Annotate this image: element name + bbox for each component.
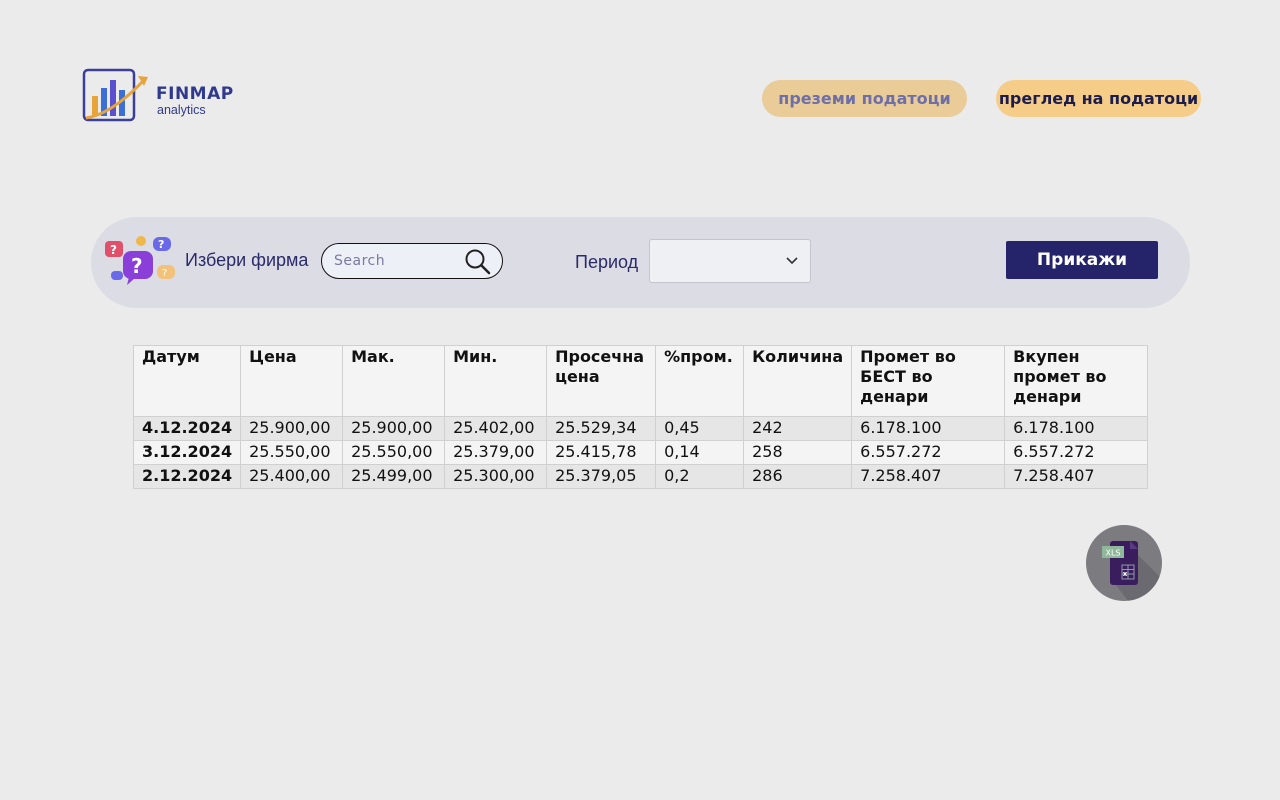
cell-quantity: 258 bbox=[743, 440, 853, 465]
cell-price: 25.550,00 bbox=[240, 440, 344, 465]
show-button[interactable]: Прикажи bbox=[1006, 241, 1158, 279]
export-xls-button[interactable]: XLS x bbox=[1086, 525, 1162, 601]
cell-avg-price: 25.415,78 bbox=[546, 440, 657, 465]
cell-change: 0,2 bbox=[655, 464, 745, 489]
cell-max: 25.900,00 bbox=[342, 416, 446, 441]
table-header-row: Датум Цена Мак. Мин. Просечна цена %пром… bbox=[132, 345, 1148, 417]
brand-tagline: analytics bbox=[157, 103, 206, 117]
column-header-quantity: Количина bbox=[743, 345, 853, 417]
svg-text:?: ? bbox=[110, 243, 117, 257]
cell-min: 25.402,00 bbox=[444, 416, 548, 441]
svg-text:?: ? bbox=[158, 238, 164, 251]
column-header-total-turnover: Вкупен промет во денари bbox=[1004, 345, 1148, 417]
brand-name: FINMAP bbox=[156, 84, 234, 104]
svg-text:?: ? bbox=[131, 254, 143, 278]
xls-badge-text: XLS bbox=[1105, 549, 1120, 558]
cell-min: 25.300,00 bbox=[444, 464, 548, 489]
cell-date: 4.12.2024 bbox=[132, 416, 242, 441]
cell-best-turnover: 6.557.272 bbox=[851, 440, 1006, 465]
cell-avg-price: 25.379,05 bbox=[546, 464, 657, 489]
column-header-date: Датум bbox=[132, 345, 242, 417]
excel-file-icon: XLS x bbox=[1102, 541, 1162, 601]
period-dropdown[interactable] bbox=[649, 239, 811, 283]
firm-search-box[interactable] bbox=[321, 243, 503, 279]
svg-text:x: x bbox=[1123, 570, 1128, 578]
cell-quantity: 286 bbox=[743, 464, 853, 489]
cell-total-turnover: 7.258.407 bbox=[1004, 464, 1148, 489]
table-row: 4.12.2024 25.900,00 25.900,00 25.402,00 … bbox=[132, 416, 1148, 441]
column-header-change: %пром. bbox=[655, 345, 745, 417]
cell-date: 2.12.2024 bbox=[132, 464, 242, 489]
cell-change: 0,14 bbox=[655, 440, 745, 465]
table-row: 2.12.2024 25.400,00 25.499,00 25.300,00 … bbox=[132, 464, 1148, 489]
cell-date: 3.12.2024 bbox=[132, 440, 242, 465]
firm-label: Избери фирма bbox=[185, 250, 309, 270]
chart-logo-icon bbox=[82, 68, 148, 122]
search-icon[interactable] bbox=[464, 248, 492, 276]
question-chat-icon: ? ? ? ? bbox=[105, 236, 175, 285]
svg-text:?: ? bbox=[162, 268, 167, 279]
cell-max: 25.550,00 bbox=[342, 440, 446, 465]
firm-search-input[interactable] bbox=[334, 250, 462, 272]
column-header-price: Цена bbox=[240, 345, 344, 417]
cell-price: 25.400,00 bbox=[240, 464, 344, 489]
table-row: 3.12.2024 25.550,00 25.550,00 25.379,00 … bbox=[132, 440, 1148, 465]
cell-best-turnover: 7.258.407 bbox=[851, 464, 1006, 489]
cell-avg-price: 25.529,34 bbox=[546, 416, 657, 441]
cell-best-turnover: 6.178.100 bbox=[851, 416, 1006, 441]
filter-bar: ? ? ? ? Избери фирма Период Прикажи bbox=[91, 217, 1190, 308]
cell-quantity: 242 bbox=[743, 416, 853, 441]
column-header-min: Мин. bbox=[444, 345, 548, 417]
cell-max: 25.499,00 bbox=[342, 464, 446, 489]
cell-price: 25.900,00 bbox=[240, 416, 344, 441]
cell-min: 25.379,00 bbox=[444, 440, 548, 465]
price-table: Датум Цена Мак. Мин. Просечна цена %пром… bbox=[132, 345, 1148, 489]
cell-total-turnover: 6.557.272 bbox=[1004, 440, 1148, 465]
chevron-down-icon bbox=[786, 257, 798, 265]
download-data-button[interactable]: преземи податоци bbox=[762, 80, 967, 117]
column-header-max: Мак. bbox=[342, 345, 446, 417]
period-label: Период bbox=[575, 252, 639, 272]
cell-change: 0,45 bbox=[655, 416, 745, 441]
column-header-avg-price: Просечна цена bbox=[546, 345, 657, 417]
brand-logo[interactable]: FINMAP analytics bbox=[82, 66, 262, 124]
column-header-best-turnover: Промет во БЕСТ во денари bbox=[851, 345, 1006, 417]
view-data-button[interactable]: преглед на податоци bbox=[996, 80, 1201, 117]
cell-total-turnover: 6.178.100 bbox=[1004, 416, 1148, 441]
